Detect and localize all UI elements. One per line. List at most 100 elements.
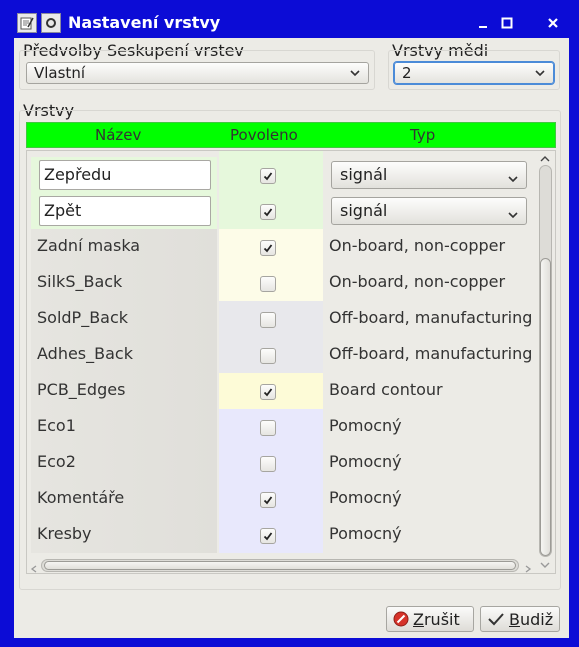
- layer-name-label: PCB_Edges: [37, 380, 126, 399]
- close-icon[interactable]: [542, 12, 564, 34]
- layers-list[interactable]: Zepředu signál Zpět signál Zadní maska O…: [26, 150, 556, 574]
- enabled-checkbox[interactable]: [260, 492, 276, 508]
- enabled-checkbox[interactable]: [260, 456, 276, 472]
- table-row: Komentáře Pomocný: [31, 481, 535, 517]
- layer-name-cell: Zpět: [31, 193, 217, 229]
- header-type: Typ: [410, 126, 436, 144]
- enabled-checkbox[interactable]: [260, 204, 276, 220]
- scroll-down-icon[interactable]: [539, 557, 551, 573]
- table-row: SilkS_Back On-board, non-copper: [31, 265, 535, 301]
- layer-name-input[interactable]: Zepředu: [39, 160, 211, 190]
- layer-type-cell: Pomocný: [327, 409, 537, 445]
- layer-type-label: Board contour: [329, 380, 443, 399]
- app-icon[interactable]: [17, 13, 37, 33]
- vertical-scroll-thumb[interactable]: [540, 258, 551, 556]
- enabled-cell: [219, 373, 323, 409]
- layer-name-cell: SilkS_Back: [31, 265, 217, 301]
- layer-type-label: Off-board, manufacturing: [329, 308, 533, 327]
- vertical-scroll-track[interactable]: [539, 165, 552, 557]
- layer-type-cell: signál: [327, 157, 537, 193]
- enabled-checkbox[interactable]: [260, 348, 276, 364]
- layer-name-label: SoldP_Back: [37, 308, 129, 327]
- layer-name-cell: PCB_Edges: [31, 373, 217, 409]
- header-name: Název: [95, 126, 142, 144]
- table-row: Eco2 Pomocný: [31, 445, 535, 481]
- layer-name-cell: Zepředu: [31, 157, 217, 193]
- chevron-down-icon: [348, 65, 362, 85]
- horizontal-scrollbar[interactable]: [29, 557, 535, 573]
- horizontal-scroll-thumb[interactable]: [44, 561, 516, 570]
- copper-layers-select[interactable]: 2: [393, 61, 555, 85]
- layer-name-label: Adhes_Back: [37, 344, 133, 363]
- ok-mnemonic: B: [509, 609, 520, 629]
- enabled-cell: [219, 337, 323, 373]
- title-bar[interactable]: Nastavení vrstvy: [12, 10, 570, 36]
- layer-name-input[interactable]: Zpět: [39, 196, 211, 226]
- layer-name-cell: Eco2: [31, 445, 217, 481]
- cancel-icon: [393, 611, 409, 627]
- enabled-cell: [219, 157, 323, 193]
- horizontal-scroll-track[interactable]: [41, 559, 519, 572]
- scroll-left-icon[interactable]: [29, 560, 39, 573]
- scroll-right-icon[interactable]: [523, 560, 533, 573]
- window-menu-icon[interactable]: [41, 13, 61, 33]
- layer-type-cell: signál: [327, 193, 537, 229]
- enabled-checkbox[interactable]: [260, 240, 276, 256]
- layer-type-cell: Board contour: [327, 373, 537, 409]
- layer-type-label: Off-board, manufacturing: [329, 344, 533, 363]
- vertical-scrollbar[interactable]: [535, 151, 555, 573]
- layer-name-cell: SoldP_Back: [31, 301, 217, 337]
- enabled-checkbox[interactable]: [260, 312, 276, 328]
- layer-type-value: signál: [340, 201, 388, 220]
- enabled-checkbox[interactable]: [260, 168, 276, 184]
- presets-select[interactable]: Vlastní: [26, 62, 369, 84]
- layer-type-cell: Pomocný: [327, 445, 537, 481]
- layer-type-label: On-board, non-copper: [329, 236, 506, 255]
- layer-type-select[interactable]: signál: [331, 161, 527, 189]
- window-title: Nastavení vrstvy: [68, 13, 221, 32]
- enabled-cell: [219, 265, 323, 301]
- table-row: SoldP_Back Off-board, manufacturing: [31, 301, 535, 337]
- cancel-button[interactable]: Zrušit: [386, 606, 474, 632]
- layer-name-label: Eco2: [37, 452, 76, 471]
- layer-name-label: Kresby: [37, 524, 92, 543]
- dialog-body: Předvolby Seskupení vrstev Vlastní Vrstv…: [14, 38, 569, 638]
- minimize-icon[interactable]: [472, 12, 494, 34]
- ok-button[interactable]: Budiž: [480, 606, 560, 632]
- layer-type-cell: Off-board, manufacturing: [327, 301, 537, 337]
- layer-type-cell: On-board, non-copper: [327, 265, 537, 301]
- chevron-down-icon: [506, 204, 520, 230]
- layer-type-label: Pomocný: [329, 452, 402, 471]
- ok-label: udiž: [519, 609, 554, 629]
- chevron-down-icon: [533, 65, 547, 85]
- table-row: Eco1 Pomocný: [31, 409, 535, 445]
- enabled-checkbox[interactable]: [260, 276, 276, 292]
- maximize-icon[interactable]: [496, 12, 518, 34]
- enabled-checkbox[interactable]: [260, 420, 276, 436]
- layer-type-value: signál: [340, 165, 388, 184]
- layer-name-cell: Kresby: [31, 517, 217, 553]
- layer-name-label: SilkS_Back: [37, 272, 123, 291]
- presets-value: Vlastní: [34, 64, 85, 82]
- table-row: Zepředu signál: [31, 157, 535, 193]
- cancel-mnemonic: Z: [413, 609, 424, 629]
- layer-name-label: Eco1: [37, 416, 76, 435]
- table-row: Adhes_Back Off-board, manufacturing: [31, 337, 535, 373]
- layer-name-cell: Zadní maska: [31, 229, 217, 265]
- enabled-checkbox[interactable]: [260, 528, 276, 544]
- layer-type-cell: Pomocný: [327, 481, 537, 517]
- layer-type-select[interactable]: signál: [331, 197, 527, 225]
- layer-type-label: Pomocný: [329, 524, 402, 543]
- enabled-cell: [219, 229, 323, 265]
- checkmark-icon: [488, 613, 504, 626]
- header-enabled: Povoleno: [230, 126, 298, 144]
- enabled-checkbox[interactable]: [260, 384, 276, 400]
- layer-name-cell: Adhes_Back: [31, 337, 217, 373]
- layer-type-label: Pomocný: [329, 416, 402, 435]
- layer-type-label: On-board, non-copper: [329, 272, 506, 291]
- layer-type-label: Pomocný: [329, 488, 402, 507]
- layer-name-label: Zadní maska: [37, 236, 141, 255]
- enabled-cell: [219, 409, 323, 445]
- layer-name-cell: Eco1: [31, 409, 217, 445]
- enabled-cell: [219, 193, 323, 229]
